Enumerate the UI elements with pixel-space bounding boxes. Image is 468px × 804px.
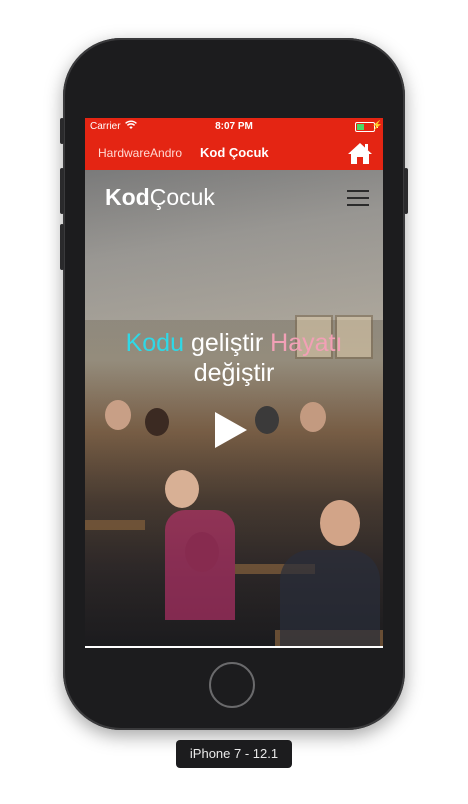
logo-regular: Çocuk <box>149 184 215 210</box>
headline-word-degistir: değiştir <box>193 359 275 387</box>
photo-figure <box>320 500 360 546</box>
clock: 8:07 PM <box>215 121 253 132</box>
photo-desk <box>85 520 145 530</box>
app-bar: HardwareAndro Kod Çocuk <box>85 136 383 170</box>
site-logo[interactable]: KodÇocuk <box>105 184 215 211</box>
headline-word-kodu: Kodu <box>125 329 184 357</box>
photo-figure <box>255 406 279 434</box>
logo-bold: Kod <box>105 184 150 210</box>
volume-down-button <box>60 224 64 270</box>
photo-figure <box>145 408 169 436</box>
power-button <box>404 168 408 214</box>
photo-figure <box>300 402 326 432</box>
hero-section: KodÇocuk Kodu geliştir Hayatı değiştir <box>85 170 383 646</box>
photo-figure <box>105 400 131 430</box>
home-button[interactable] <box>209 662 255 708</box>
photo-figure <box>280 550 380 646</box>
photo-figure <box>165 470 199 508</box>
content-divider <box>85 646 383 648</box>
tab-hardwareandro[interactable]: HardwareAndro <box>98 146 182 160</box>
simulator-device-label: iPhone 7 - 12.1 <box>176 740 292 768</box>
photo-figure <box>165 510 235 620</box>
hero-headline: Kodu geliştir Hayatı değiştir <box>85 328 383 388</box>
home-icon[interactable] <box>347 141 373 165</box>
status-bar: Carrier 8:07 PM ⚡ <box>85 118 383 136</box>
phone-screen: Carrier 8:07 PM ⚡ HardwareAndro Kod Çocu… <box>85 118 383 648</box>
play-icon[interactable] <box>215 412 247 448</box>
mute-switch <box>60 118 64 144</box>
tab-kod-cocuk[interactable]: Kod Çocuk <box>200 145 269 160</box>
headline-word-hayati: Hayatı <box>270 329 343 357</box>
charging-icon: ⚡ <box>371 120 383 130</box>
headline-word-gelistir: geliştir <box>190 329 264 357</box>
hamburger-icon[interactable] <box>347 190 369 206</box>
volume-up-button <box>60 168 64 214</box>
